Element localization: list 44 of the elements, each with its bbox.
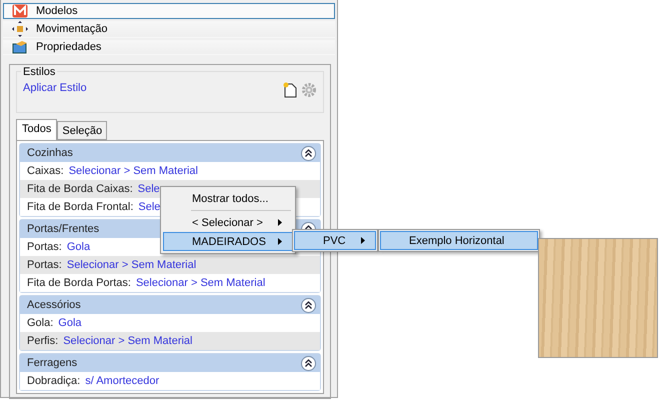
collapse-icon[interactable] — [301, 356, 316, 370]
move-arrows-icon — [12, 21, 28, 37]
group-legend: Estilos — [21, 66, 58, 78]
field-label: Dobradiça: — [27, 375, 80, 387]
field-label: Fita de Borda Frontal: — [27, 201, 134, 213]
m-logo-icon — [12, 4, 28, 18]
menu-item[interactable]: < Selecionar > — [163, 213, 293, 232]
material-link[interactable]: Selecionar > Sem Material — [68, 165, 198, 177]
material-link[interactable]: Sele — [138, 183, 160, 195]
section-title: Cozinhas — [27, 147, 73, 159]
material-link[interactable]: Selecionar > Sem Material — [136, 277, 266, 289]
field-label: Portas: — [27, 241, 62, 253]
collapse-icon[interactable] — [301, 298, 316, 312]
material-link[interactable]: Selecionar > Sem Material — [66, 259, 196, 271]
nav-item[interactable]: Propriedades — [3, 39, 335, 55]
apply-style-link[interactable]: Aplicar Estilo — [23, 82, 87, 94]
material-link[interactable]: Gola — [66, 241, 90, 253]
nav-item[interactable]: Movimentação — [3, 20, 335, 38]
menu-item[interactable]: Exemplo Horizontal — [380, 231, 538, 250]
tab[interactable]: Seleção — [57, 121, 108, 140]
field-label: Fita de Borda Portas: — [27, 277, 131, 289]
menu-item[interactable]: PVC — [294, 231, 376, 250]
caret-icon — [278, 238, 282, 245]
field-label: Perfis: — [27, 335, 58, 347]
section-title: Ferragens — [27, 357, 78, 369]
field-label: Gola: — [27, 317, 54, 329]
new-document-icon[interactable] — [283, 82, 297, 98]
field-label: Fita de Borda Caixas: — [27, 183, 133, 195]
field-label: Portas: — [27, 259, 62, 271]
material-link[interactable]: Selecionar > Sem Material — [63, 335, 192, 347]
menu-item[interactable]: Mostrar todos... — [163, 189, 293, 208]
properties-icon — [12, 40, 28, 54]
section-title: Acessórios — [27, 299, 81, 311]
caret-icon — [278, 219, 282, 226]
material-link[interactable]: s/ Amortecedor — [85, 375, 160, 387]
menu-item[interactable]: MADEIRADOS — [163, 232, 293, 251]
section-title: Portas/Frentes — [27, 223, 100, 235]
nav-item[interactable]: Modelos — [3, 3, 335, 19]
tab[interactable]: Todos — [16, 119, 58, 140]
material-link[interactable]: Sele — [138, 201, 160, 213]
field-label: Caixas: — [27, 165, 64, 177]
collapse-icon[interactable] — [301, 146, 316, 160]
material-link[interactable]: Gola — [58, 317, 82, 329]
caret-icon — [361, 237, 365, 244]
